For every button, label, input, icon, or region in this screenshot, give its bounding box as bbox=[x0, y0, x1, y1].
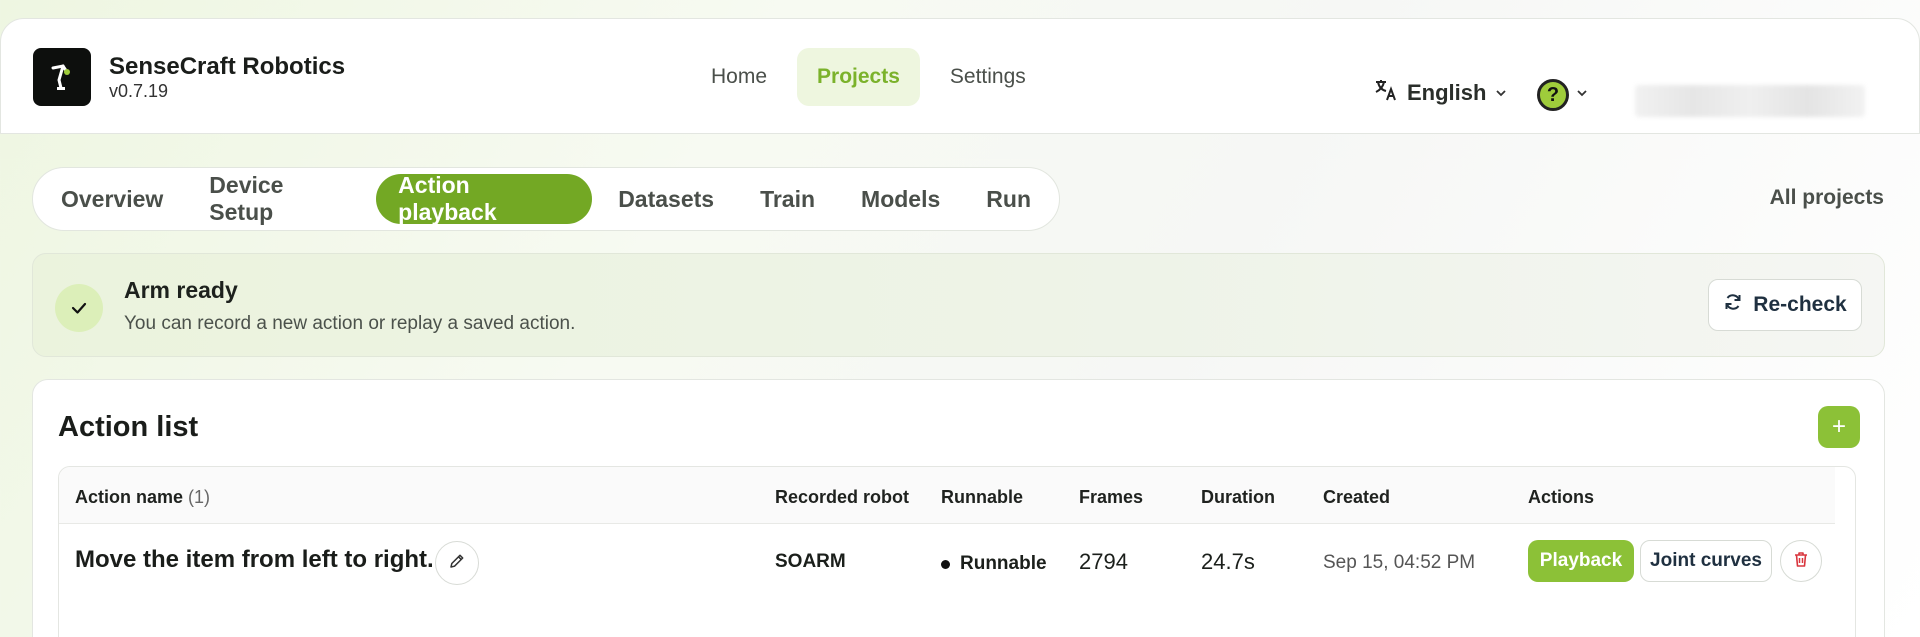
language-label: English bbox=[1407, 80, 1487, 105]
column-runnable: Runnable bbox=[941, 487, 1024, 507]
column-action-name: Action name (1) bbox=[75, 487, 211, 507]
top-bar: SenseCraft Robotics v0.7.19 Home Project… bbox=[0, 18, 1920, 134]
table-header: Action name (1) Recorded robot Runnable … bbox=[59, 467, 1835, 524]
action-list-title: Action list bbox=[58, 411, 199, 443]
refresh-icon bbox=[1723, 292, 1743, 318]
chevron-down-icon bbox=[1494, 80, 1508, 106]
duration: 24.7s bbox=[1201, 549, 1255, 574]
action-count: (1) bbox=[188, 487, 211, 507]
trash-icon bbox=[1792, 550, 1810, 573]
robot-arm-logo-icon bbox=[33, 48, 91, 106]
column-recorded-robot: Recorded robot bbox=[775, 487, 910, 507]
brand-name: SenseCraft Robotics bbox=[109, 53, 346, 80]
column-actions: Actions bbox=[1528, 487, 1595, 507]
action-list-card: Action list + Action name (1) Recorded r… bbox=[32, 379, 1885, 637]
recheck-button[interactable]: Re-check bbox=[1708, 279, 1862, 331]
arm-status-banner: Arm ready You can record a new action or… bbox=[32, 253, 1885, 357]
recheck-label: Re-check bbox=[1753, 293, 1847, 316]
tab-train[interactable]: Train bbox=[740, 174, 835, 224]
tab-models[interactable]: Models bbox=[841, 174, 960, 224]
help-menu[interactable]: ? bbox=[1537, 79, 1589, 111]
nav-home[interactable]: Home bbox=[691, 48, 787, 106]
tab-overview[interactable]: Overview bbox=[41, 174, 183, 224]
runnable-status: Runnable bbox=[941, 553, 1047, 575]
tab-device-setup[interactable]: Device Setup bbox=[189, 172, 370, 225]
user-account[interactable] bbox=[1635, 85, 1865, 117]
main-nav: Home Projects Settings bbox=[691, 48, 1046, 106]
chevron-down-icon bbox=[1575, 86, 1589, 105]
recorded-robot: SOARM bbox=[775, 551, 846, 572]
status-title: Arm ready bbox=[124, 277, 238, 303]
created-date: Sep 15, 04:52 PM bbox=[1323, 552, 1476, 573]
add-action-button[interactable]: + bbox=[1818, 406, 1860, 448]
frame-count: 2794 bbox=[1079, 549, 1128, 574]
action-table: Action name (1) Recorded robot Runnable … bbox=[58, 466, 1856, 637]
language-selector[interactable]: English bbox=[1373, 77, 1508, 109]
nav-settings[interactable]: Settings bbox=[930, 48, 1046, 106]
nav-projects[interactable]: Projects bbox=[797, 48, 920, 106]
column-duration: Duration bbox=[1201, 487, 1275, 507]
brand[interactable]: SenseCraft Robotics v0.7.19 bbox=[33, 48, 345, 106]
playback-button[interactable]: Playback bbox=[1528, 540, 1634, 582]
tab-action-playback[interactable]: Action playback bbox=[376, 172, 593, 225]
pencil-icon bbox=[448, 552, 466, 575]
tab-run[interactable]: Run bbox=[966, 174, 1051, 224]
action-name: Move the item from left to right. bbox=[75, 546, 434, 573]
status-dot-icon bbox=[941, 559, 950, 569]
status-subtitle: You can record a new action or replay a … bbox=[124, 313, 576, 334]
app-version: v0.7.19 bbox=[109, 81, 169, 101]
table-row: Move the item from left to right. SOARM … bbox=[59, 524, 1855, 604]
edit-name-button[interactable] bbox=[435, 541, 479, 585]
column-frames: Frames bbox=[1079, 487, 1144, 507]
check-icon bbox=[55, 284, 103, 332]
translate-icon bbox=[1373, 77, 1399, 109]
delete-button[interactable] bbox=[1780, 540, 1822, 582]
project-tabs: Overview Device Setup Action playback Da… bbox=[32, 167, 1060, 231]
help-icon: ? bbox=[1537, 79, 1569, 111]
tab-datasets[interactable]: Datasets bbox=[598, 174, 734, 224]
all-projects-link[interactable]: All projects bbox=[1770, 186, 1884, 210]
joint-curves-button[interactable]: Joint curves bbox=[1640, 540, 1772, 582]
column-created: Created bbox=[1323, 487, 1391, 507]
